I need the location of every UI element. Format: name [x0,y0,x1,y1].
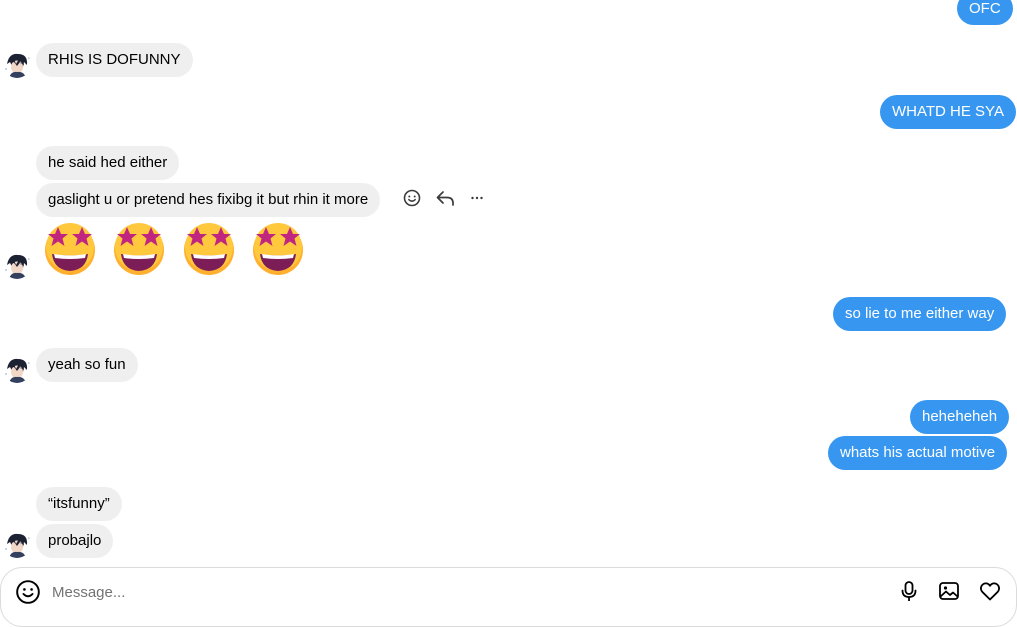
message-text: OFC [969,0,1001,17]
outgoing-message[interactable]: so lie to me either way [833,297,1007,331]
message-text: so lie to me either way [845,305,995,322]
message-input[interactable] [50,578,874,606]
avatar[interactable] [3,530,31,558]
incoming-message[interactable]: he said hed either [36,146,180,180]
incoming-message[interactable]: probajlo [36,524,114,558]
message-text: probajlo [48,532,102,549]
react-icon[interactable] [400,186,424,210]
avatar[interactable] [3,50,31,78]
outgoing-message[interactable]: whats his actual motive [828,436,1008,470]
message-text: gaslight u or pretend hes fixibg it but … [48,191,369,208]
message-text: RHIS IS DOFUNNY [48,51,181,68]
message-text: yeah so fun [48,356,126,373]
incoming-message[interactable]: RHIS IS DOFUNNY [36,43,193,77]
incoming-message[interactable]: yeah so fun [36,348,138,382]
more-options-icon[interactable] [465,186,489,210]
reply-icon[interactable] [433,186,457,210]
outgoing-message[interactable]: OFC [957,0,1013,25]
outgoing-message[interactable]: WHATD HE SYA [880,95,1016,129]
star-struck-emoji [112,223,166,277]
message-text: heheheheh [922,408,998,425]
avatar[interactable] [3,355,31,383]
image-icon[interactable] [936,579,962,603]
star-struck-emoji [251,223,305,277]
incoming-message[interactable]: gaslight u or pretend hes fixibg it but … [36,183,381,217]
message-text: whats his actual motive [840,444,996,461]
outgoing-message[interactable]: heheheheh [910,400,1010,434]
incoming-message[interactable]: “itsfunny” [36,487,122,521]
avatar[interactable] [3,251,31,279]
message-text: he said hed either [48,154,168,171]
emoji-icon[interactable] [15,579,41,605]
star-struck-emoji [182,223,236,277]
microphone-icon[interactable] [897,579,921,603]
message-text: “itsfunny” [48,495,110,512]
message-text: WHATD HE SYA [892,103,1004,120]
heart-icon[interactable] [977,579,1003,603]
star-struck-emoji [43,223,97,277]
